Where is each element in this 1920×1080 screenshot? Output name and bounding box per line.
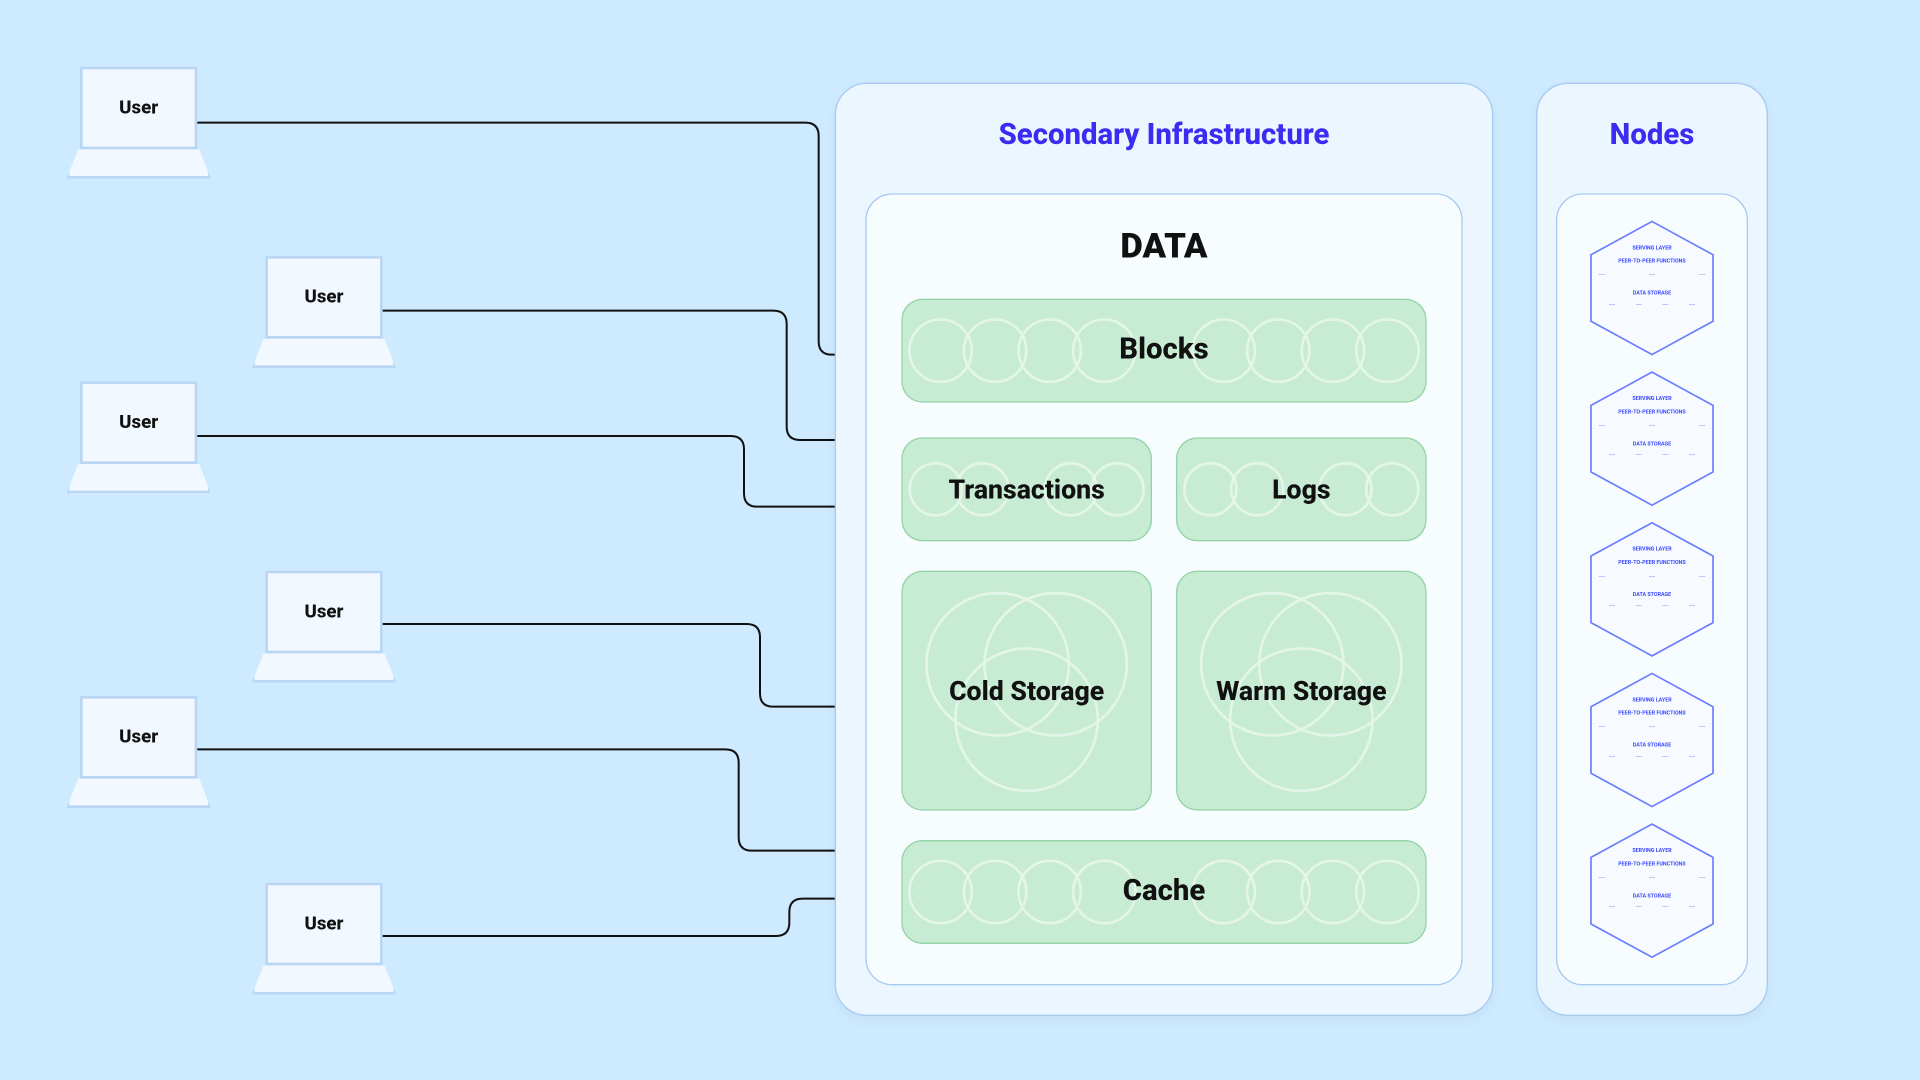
nodes-list: SERVING LAYER PEER-TO-PEER FUNCTIONS ———… bbox=[1556, 193, 1748, 985]
node-hexagon: SERVING LAYER PEER-TO-PEER FUNCTIONS ———… bbox=[1583, 821, 1722, 960]
node-hexagon: SERVING LAYER PEER-TO-PEER FUNCTIONS ———… bbox=[1583, 670, 1722, 809]
laptop-base bbox=[252, 339, 396, 368]
node-hexagon: SERVING LAYER PEER-TO-PEER FUNCTIONS ———… bbox=[1583, 370, 1722, 509]
node-hexagon: SERVING LAYER PEER-TO-PEER FUNCTIONS ———… bbox=[1583, 520, 1722, 659]
laptop-base bbox=[67, 149, 211, 178]
nodes-panel: Nodes SERVING LAYER PEER-TO-PEER FUNCTIO… bbox=[1536, 83, 1768, 1016]
blocks-label: Blocks bbox=[1109, 332, 1220, 369]
laptop-base bbox=[252, 965, 396, 994]
warm-storage-label: Warm Storage bbox=[1205, 674, 1397, 707]
secondary-infrastructure-panel: Secondary Infrastructure DATA Blocks bbox=[835, 83, 1494, 1016]
hex-storage: DATA STORAGE bbox=[1596, 291, 1708, 297]
warm-storage-box: Warm Storage bbox=[1176, 571, 1427, 811]
cache-label: Cache bbox=[1112, 874, 1216, 911]
laptop-base bbox=[67, 779, 211, 808]
nodes-title: Nodes bbox=[1537, 119, 1766, 152]
hex-micro: —————— bbox=[1599, 273, 1706, 278]
user-laptop: User bbox=[252, 571, 396, 691]
user-laptop: User bbox=[252, 883, 396, 1003]
user-label: User bbox=[265, 571, 382, 654]
hex-micro: ———————— bbox=[1599, 302, 1706, 307]
transactions-box: Transactions bbox=[901, 437, 1152, 541]
logs-box: Logs bbox=[1176, 437, 1427, 541]
user-label: User bbox=[265, 883, 382, 966]
logs-label: Logs bbox=[1261, 473, 1341, 506]
user-laptop: User bbox=[67, 696, 211, 816]
transactions-label: Transactions bbox=[938, 473, 1116, 506]
data-container: DATA Blocks Transactions bbox=[865, 193, 1462, 985]
data-title: DATA bbox=[867, 227, 1462, 267]
user-laptop: User bbox=[67, 67, 211, 187]
hex-serving: SERVING LAYER bbox=[1596, 246, 1708, 252]
secondary-title: Secondary Infrastructure bbox=[836, 119, 1492, 152]
user-label: User bbox=[265, 256, 382, 339]
blocks-box: Blocks bbox=[901, 299, 1426, 403]
cold-storage-box: Cold Storage bbox=[901, 571, 1152, 811]
user-label: User bbox=[80, 67, 197, 150]
user-label: User bbox=[80, 381, 197, 464]
user-laptop: User bbox=[252, 256, 396, 376]
user-laptop: User bbox=[67, 381, 211, 501]
laptop-base bbox=[252, 653, 396, 682]
node-hexagon: SERVING LAYER PEER-TO-PEER FUNCTIONS ———… bbox=[1583, 219, 1722, 358]
laptop-base bbox=[67, 464, 211, 493]
cold-storage-label: Cold Storage bbox=[938, 674, 1114, 707]
cache-box: Cache bbox=[901, 840, 1426, 944]
user-label: User bbox=[80, 696, 197, 779]
hex-p2p: PEER-TO-PEER FUNCTIONS bbox=[1596, 259, 1708, 265]
